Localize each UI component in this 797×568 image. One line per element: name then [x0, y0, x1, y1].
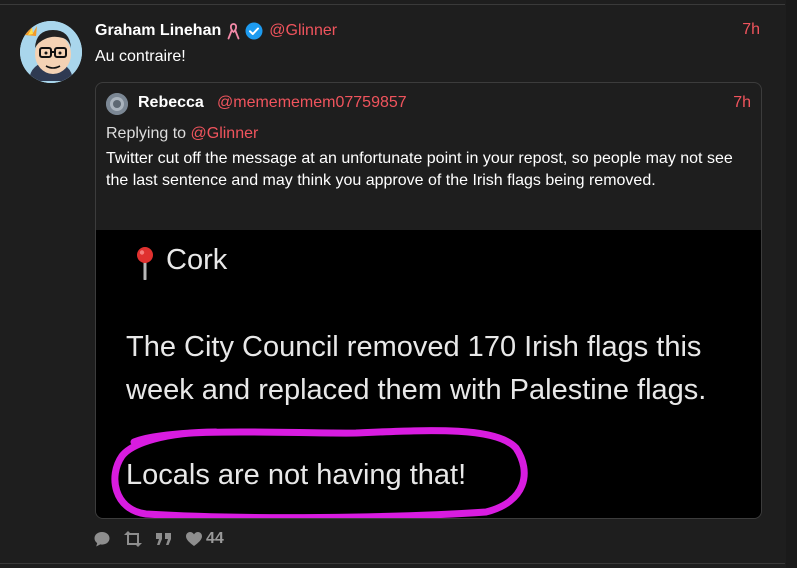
quoted-tweet-text: Twitter cut off the message at an unfort…: [106, 150, 733, 189]
quote-button[interactable]: [155, 532, 173, 546]
author-name[interactable]: Graham Linehan: [95, 22, 221, 40]
reply-button[interactable]: [93, 530, 111, 548]
quote-icon: [156, 533, 171, 545]
quoted-author-name[interactable]: Rebecca: [138, 94, 204, 112]
highlight-scribble: [111, 427, 528, 518]
quoted-author-handle[interactable]: @memememem07759857: [217, 94, 407, 112]
scrollbar-track: [786, 0, 797, 568]
retweet-icon: [124, 531, 142, 547]
retweet-button[interactable]: [123, 531, 143, 547]
avatar-cartoon-image: [20, 21, 82, 83]
tweet-text: Au contraire!: [95, 48, 186, 65]
ribbon-icon: [227, 22, 240, 40]
author-handle[interactable]: @Glinner: [269, 22, 337, 40]
quoted-avatar-image: [106, 93, 128, 115]
like-button[interactable]: 44: [185, 530, 224, 548]
action-bar: 44: [93, 528, 236, 550]
avatar[interactable]: [20, 21, 82, 83]
tweet-timestamp[interactable]: 7h: [742, 21, 760, 39]
quoted-author-avatar[interactable]: [106, 93, 128, 115]
verified-icon: [245, 22, 263, 40]
reply-icon: [94, 532, 110, 547]
like-count: 44: [206, 530, 224, 547]
top-divider: [0, 4, 785, 5]
bottom-divider: [0, 563, 785, 564]
quoted-timestamp[interactable]: 7h: [733, 94, 751, 112]
quoted-tweet-card[interactable]: Rebecca @memememem07759857 7h Replying t…: [95, 82, 762, 519]
heart-icon: [186, 532, 202, 546]
tweet-header: Graham Linehan @Glinner 7h: [95, 20, 765, 42]
replying-to-handle[interactable]: @Glinner: [191, 125, 259, 142]
replying-to-label: Replying to: [106, 125, 187, 142]
quoted-media-image[interactable]: Cork The City Council removed 170 Irish …: [96, 230, 761, 518]
replying-to-line: Replying to @Glinner: [106, 125, 258, 143]
